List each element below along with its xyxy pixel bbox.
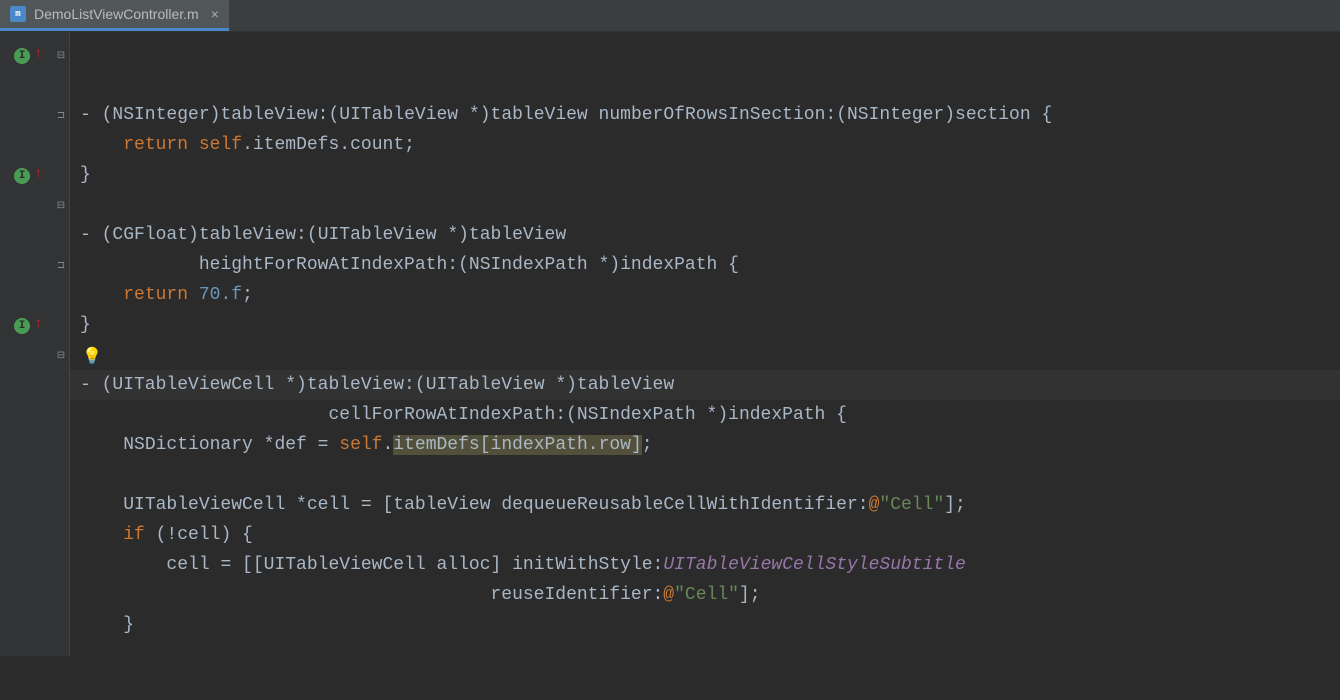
override-arrow-icon: ↑	[34, 166, 42, 182]
override-arrow-icon: ↑	[34, 316, 42, 332]
code-text[interactable]: - (NSInteger)tableView:(UITableView *)ta…	[70, 100, 1340, 640]
tab-bar: m DemoListViewController.m ×	[0, 0, 1340, 32]
fold-minus-icon[interactable]: ⊟	[55, 200, 67, 212]
code-area[interactable]: - (NSInteger)tableView:(UITableView *)ta…	[70, 32, 1340, 656]
fold-minus-icon[interactable]: ⊟	[55, 50, 67, 62]
fold-end-icon[interactable]: ⊐	[55, 110, 67, 122]
override-gutter-icon[interactable]: I	[14, 168, 30, 184]
file-tab-label: DemoListViewController.m	[34, 6, 199, 22]
fold-gutter: ⊟ ⊐ ⊟ ⊐ ⊟ 💡	[52, 32, 70, 656]
override-gutter-icon[interactable]: I	[14, 48, 30, 64]
gutter: I ↑ I ↑ I ↑	[0, 32, 52, 656]
file-tab[interactable]: m DemoListViewController.m ×	[0, 0, 229, 31]
editor: I ↑ I ↑ I ↑ ⊟ ⊐ ⊟ ⊐ ⊟ 💡 - (NSInteger)tab…	[0, 32, 1340, 656]
fold-minus-icon[interactable]: ⊟	[55, 350, 67, 362]
fold-end-icon[interactable]: ⊐	[55, 260, 67, 272]
close-icon[interactable]: ×	[211, 6, 219, 22]
override-gutter-icon[interactable]: I	[14, 318, 30, 334]
file-type-icon: m	[10, 6, 26, 22]
override-arrow-icon: ↑	[34, 46, 42, 62]
